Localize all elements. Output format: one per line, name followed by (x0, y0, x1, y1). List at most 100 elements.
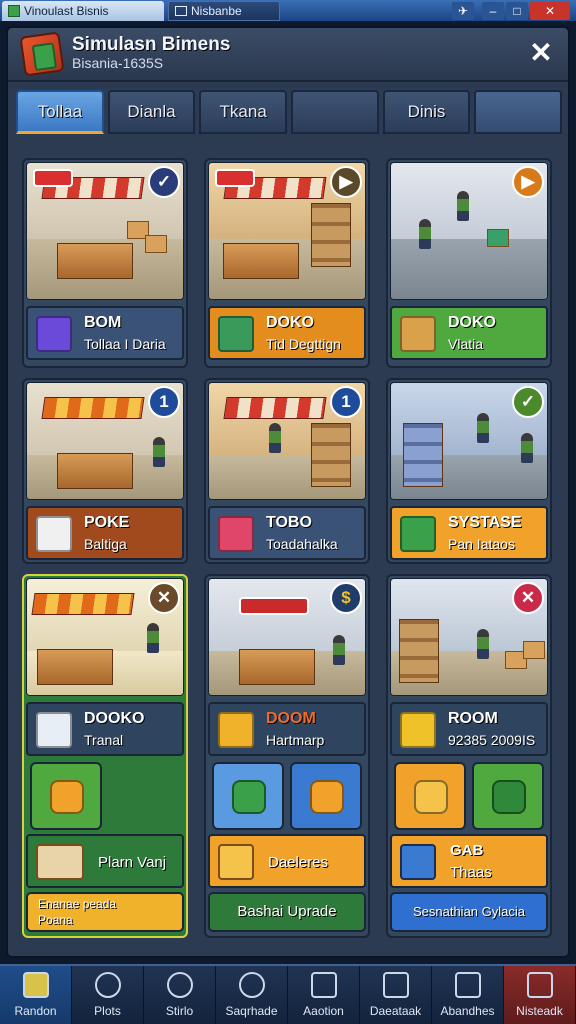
card-subtitle: Tranal (84, 732, 124, 748)
action-button[interactable]: Enanae peada Poana (26, 892, 184, 932)
nav-item-randon[interactable]: Randon (0, 966, 72, 1024)
nav-item-saqrhade[interactable]: Saqrhade (216, 966, 288, 1024)
bag-icon (400, 316, 436, 352)
count-badge: 1 (330, 386, 362, 418)
app-logo-icon (19, 31, 65, 77)
card-info-panel: DOKO Tid Degttign (208, 306, 366, 360)
business-card[interactable]: ▶ DOKO Tid Degttign (204, 158, 370, 368)
nav-label: Aaotion (303, 1004, 344, 1018)
nav-item-stirlo[interactable]: Stirlo (144, 966, 216, 1024)
padlock-icon (218, 712, 254, 748)
card-info-panel: TOBO Toadahalka (208, 506, 366, 560)
os-tab-label: Vinoulast Bisnis (24, 4, 109, 18)
tab-tkana[interactable]: Tkana (199, 90, 288, 134)
dollar-icon (218, 316, 254, 352)
store-icon (526, 972, 553, 998)
business-card[interactable]: ▶ DOKO Vlatia (386, 158, 552, 368)
button-line-2: Poana (38, 913, 73, 927)
nav-label: Daeataak (369, 1004, 422, 1018)
os-tab-simulasi[interactable]: Vinoulast Bisnis (2, 1, 164, 21)
tab-empty-1[interactable] (291, 90, 379, 134)
nav-item-plots[interactable]: Plots (72, 966, 144, 1024)
shop-sign-icon (239, 597, 309, 615)
window-header: Simulasn Bimens Bisania-1635S ✕ (8, 28, 568, 82)
upgrade-label: Plarn Vanj (98, 854, 167, 871)
card-subtitle: 92385 2009IS (448, 732, 536, 748)
document-icon (36, 712, 72, 748)
upgrade-tile[interactable] (30, 762, 102, 830)
tab-dinis[interactable]: Dinis (382, 90, 471, 134)
bottom-nav: Randon Plots Stirlo Saqrhade Aaotion Dae… (0, 964, 576, 1024)
nav-label: Abandhes (440, 1004, 495, 1018)
window-icon (175, 6, 187, 16)
count-badge: 1 (148, 386, 180, 418)
green-device-icon (400, 516, 436, 552)
action-button[interactable]: Sesnathian Gylacia (390, 892, 548, 932)
maximize-button[interactable]: □ (506, 2, 528, 20)
nav-item-daeataak[interactable]: Daeataak (360, 966, 432, 1024)
business-card[interactable]: ✕ ROOM 92385 2009IS GAB Thaas Sesnathian… (386, 574, 552, 938)
upgrade-tile[interactable] (394, 762, 466, 830)
orange-package-icon (50, 780, 84, 814)
panel-icon (382, 972, 409, 998)
minimize-button[interactable]: – (482, 2, 504, 20)
business-card[interactable]: 1 TOBO Toadahalka (204, 378, 370, 564)
upgrade-tile[interactable] (212, 762, 284, 830)
upgrade-row[interactable]: Plarn Vanj (26, 834, 184, 888)
coins-icon (400, 712, 436, 748)
business-card[interactable]: ✕ DOOKO Tranal Plarn Vanj Enanae peada P… (22, 574, 188, 938)
card-info-panel: ROOM 92385 2009IS (390, 702, 548, 756)
check-badge-icon: ✓ (148, 166, 180, 198)
page-title: Simulasn Bimens (72, 34, 231, 55)
nav-item-nisteadk[interactable]: Nisteadk (504, 966, 576, 1024)
os-extra-icon[interactable]: ✈ (452, 2, 474, 20)
gear-icon (238, 972, 265, 998)
upgrade-tile[interactable] (472, 762, 544, 830)
compass-icon (166, 972, 193, 998)
card-subtitle: Pan Iataos (448, 536, 515, 552)
card-info-panel: SYSTASE Pan Iataos (390, 506, 548, 560)
cube-icon (22, 972, 49, 998)
card-subtitle: Toadahalka (266, 536, 338, 552)
tab-empty-2[interactable] (474, 90, 563, 134)
sale-sign-icon (215, 169, 255, 187)
business-card[interactable]: 1 POKE Baltiga (22, 378, 188, 564)
upgrade-label-line-2: Thaas (450, 864, 492, 881)
tools-icon (36, 844, 84, 880)
card-title: DOKO (266, 314, 314, 331)
card-title: DOOKO (84, 710, 145, 727)
card-title: SYSTASE (448, 514, 522, 531)
os-close-button[interactable]: ✕ (530, 2, 570, 20)
app-small-icon (8, 5, 20, 17)
nav-item-abandhes[interactable]: Abandhes (432, 966, 504, 1024)
close-button[interactable]: ✕ (526, 38, 556, 68)
card-subtitle: Baltiga (84, 536, 127, 552)
close-badge-icon: ✕ (148, 582, 180, 614)
nav-item-aaotion[interactable]: Aaotion (288, 966, 360, 1024)
tab-dianla[interactable]: Dianla (107, 90, 196, 134)
card-title: POKE (84, 514, 130, 531)
nav-label: Randon (14, 1004, 57, 1018)
upgrade-tile[interactable] (290, 762, 362, 830)
os-tab-second[interactable]: Nisbanbe (168, 1, 280, 21)
card-title: ROOM (448, 710, 498, 727)
business-card[interactable]: ✓ BOM Tollaa I Daria (22, 158, 188, 368)
card-info-panel: DOOM Hartmarp (208, 702, 366, 756)
nav-label: Plots (94, 1004, 121, 1018)
upgrade-label: Daeleres (268, 854, 329, 871)
card-info-panel: DOKO Vlatia (390, 306, 548, 360)
basic-upgrade-button[interactable]: Bashai Uprade (208, 892, 366, 932)
dollar-badge-icon: $ (330, 582, 362, 614)
nav-label: Saqrhade (225, 1004, 278, 1018)
upgrade-row[interactable]: GAB Thaas (390, 834, 548, 888)
button-line-1: Enanae peada (38, 897, 117, 911)
green-stamp-icon (492, 780, 526, 814)
orange-lock-icon (310, 780, 344, 814)
tab-tollaa[interactable]: Tollaa (16, 90, 104, 134)
business-card[interactable]: ✓ SYSTASE Pan Iataos (386, 378, 552, 564)
card-subtitle: Vlatia (448, 336, 484, 352)
cube-icon (36, 516, 72, 552)
upgrade-row[interactable]: Daeleres (208, 834, 366, 888)
close-badge-icon: ✕ (512, 582, 544, 614)
business-card[interactable]: $ DOOM Hartmarp Daeleres Bashai Uprade (204, 574, 370, 938)
